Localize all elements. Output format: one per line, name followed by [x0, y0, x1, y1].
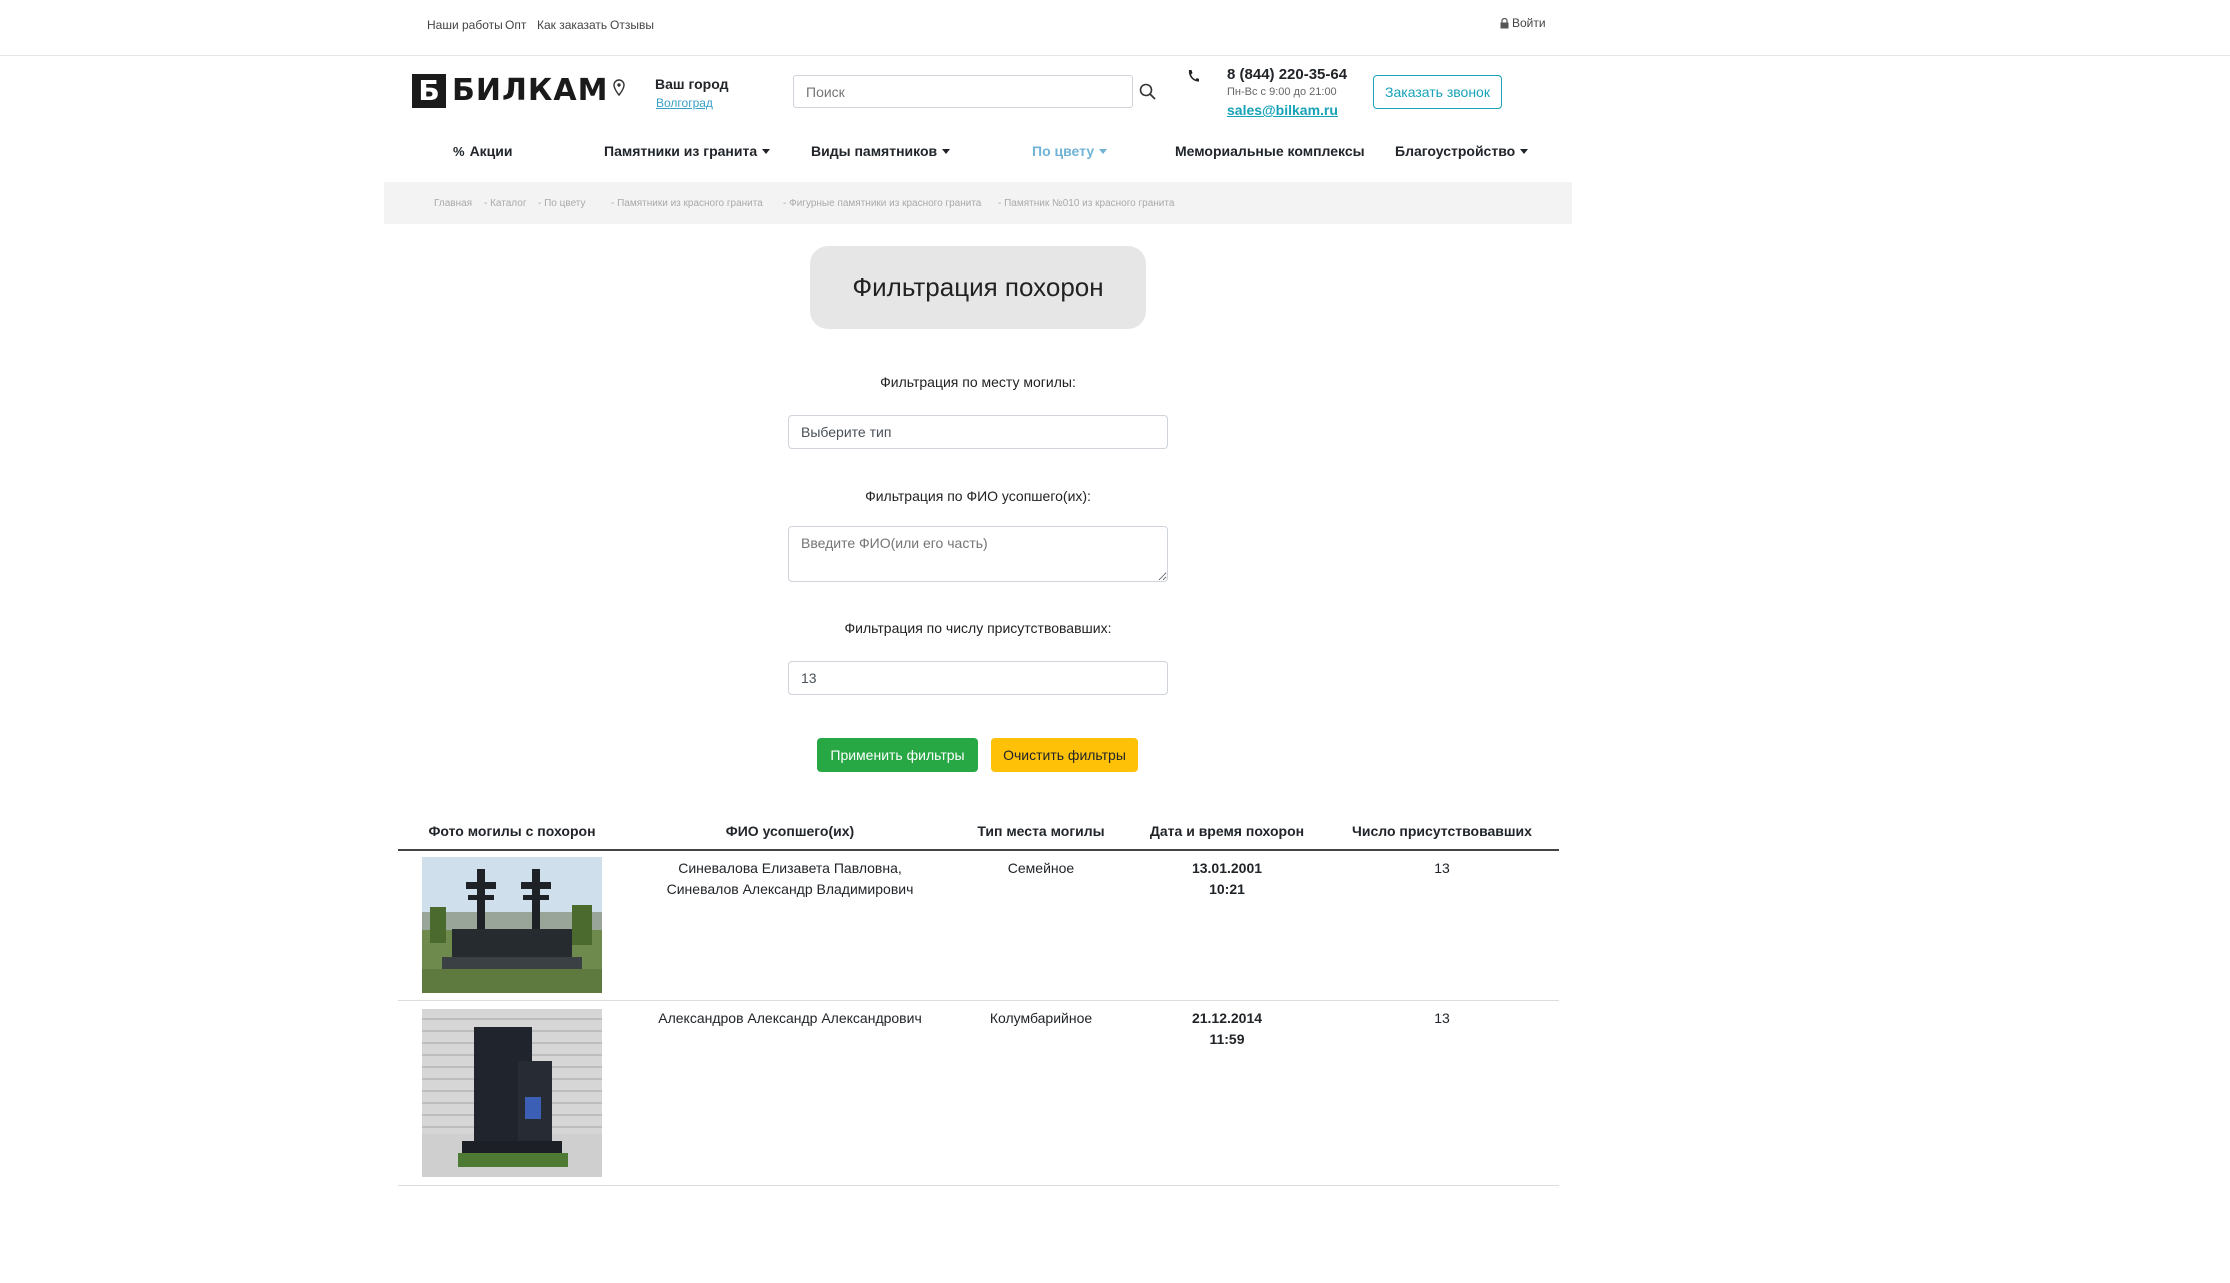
nav-label: Памятники из гранита	[604, 143, 758, 159]
place-type-select[interactable]: Выберите тип	[788, 415, 1168, 449]
column-header-datetime: Дата и время похорон	[1149, 823, 1305, 839]
search-input[interactable]	[793, 75, 1133, 108]
chevron-down-icon	[1520, 148, 1529, 154]
filter-title: Фильтрация похорон	[810, 246, 1146, 329]
grave-photo-image	[422, 857, 602, 993]
breadcrumb-item[interactable]: - По цвету	[538, 198, 586, 209]
chevron-down-icon	[942, 148, 951, 154]
logo-text: БИЛКАМ	[452, 73, 609, 108]
clear-filters-button[interactable]: Очистить фильтры	[991, 738, 1138, 772]
funeral-datetime: 21.12.2014 11:59	[1132, 1008, 1322, 1050]
deceased-name: Александров Александр Александрович	[640, 1008, 940, 1029]
row-divider	[398, 1000, 1559, 1001]
nav-label: Мемориальные комплексы	[1175, 143, 1365, 159]
column-header-type: Тип места могилы	[977, 823, 1105, 839]
funeral-date: 13.01.2001	[1191, 860, 1263, 876]
column-header-photo: Фото могилы с похорон	[428, 823, 596, 839]
callback-button[interactable]: Заказать звонок	[1373, 75, 1502, 109]
lock-icon	[1500, 17, 1509, 28]
funeral-datetime: 13.01.2001 10:21	[1132, 858, 1322, 900]
grave-type: Колумбарийное	[989, 1010, 1093, 1026]
breadcrumb-item[interactable]: Главная	[434, 198, 472, 209]
login-link[interactable]: Войти	[1500, 16, 1546, 30]
nav-label: Виды памятников	[811, 143, 938, 159]
nav-item-promotions[interactable]: % Акции	[453, 143, 513, 159]
nav-item-landscaping[interactable]: Благоустройство	[1395, 143, 1529, 159]
table-header-divider	[398, 849, 1559, 851]
grave-photo[interactable]	[422, 1009, 602, 1177]
chevron-down-icon	[762, 148, 771, 154]
column-header-attendees: Число присутствовавших	[1352, 823, 1532, 839]
count-filter-label: Фильтрация по числу присутствовавших:	[844, 620, 1112, 636]
phone-number[interactable]: 8 (844) 220-35-64	[1227, 66, 1347, 83]
name-filter-input[interactable]	[788, 526, 1168, 582]
nav-label: Акции	[469, 143, 513, 159]
count-filter-input[interactable]: 13	[788, 661, 1168, 695]
deceased-name-line: Александров Александр Александрович	[658, 1010, 922, 1026]
logo-mark: Б	[412, 73, 446, 108]
logo[interactable]: Б БИЛКАМ	[412, 73, 608, 108]
city-selector[interactable]: Волгоград	[656, 96, 713, 110]
funeral-date: 21.12.2014	[1191, 1010, 1263, 1026]
chevron-down-icon	[1099, 148, 1108, 154]
attendee-count: 13	[1434, 1010, 1450, 1026]
search-icon[interactable]	[1138, 82, 1158, 102]
nav-label: По цвету	[1032, 143, 1095, 159]
toplink-reviews[interactable]: Отзывы	[610, 18, 654, 32]
nav-item-monument-types[interactable]: Виды памятников	[811, 143, 951, 159]
grave-photo-image	[422, 1009, 602, 1177]
top-bar: Наши работы Опт Как заказать Отзывы Войт…	[0, 0, 2230, 56]
nav-item-by-color[interactable]: По цвету	[1032, 143, 1108, 159]
row-divider	[398, 1185, 1559, 1186]
column-header-name: ФИО усопшего(их)	[725, 823, 855, 839]
work-hours: Пн-Вс с 9:00 до 21:00	[1227, 86, 1337, 98]
nav-item-memorial-complexes[interactable]: Мемориальные комплексы	[1175, 143, 1365, 159]
grave-photo[interactable]	[422, 857, 602, 993]
breadcrumb-item[interactable]: - Памятник №010 из красного гранита	[998, 198, 1174, 209]
percent-icon: %	[453, 143, 465, 159]
nav-label: Благоустройство	[1395, 143, 1516, 159]
breadcrumb-item[interactable]: - Каталог	[484, 198, 526, 209]
breadcrumb-item[interactable]: - Фигурные памятники из красного гранита	[783, 198, 981, 209]
deceased-name: Синевалова Елизавета Павловна, Синевалов…	[640, 858, 940, 900]
grave-type: Семейное	[1007, 860, 1075, 876]
deceased-name-line: Синевалов Александр Владимирович	[666, 881, 914, 897]
deceased-name-line: Синевалова Елизавета Павловна,	[678, 860, 902, 876]
nav-item-granite-monuments[interactable]: Памятники из гранита	[604, 143, 771, 159]
city-label: Ваш город	[655, 76, 729, 92]
apply-filters-button[interactable]: Применить фильтры	[817, 738, 978, 772]
email-link[interactable]: sales@bilkam.ru	[1227, 102, 1338, 118]
login-label: Войти	[1512, 16, 1546, 30]
place-filter-label: Фильтрация по месту могилы:	[880, 374, 1076, 390]
toplink-how-to-order[interactable]: Как заказать	[537, 18, 607, 32]
phone-icon	[1188, 70, 1199, 82]
attendee-count: 13	[1434, 860, 1450, 876]
name-filter-label: Фильтрация по ФИО усопшего(их):	[865, 488, 1091, 504]
location-pin-icon	[613, 79, 625, 97]
toplink-our-works[interactable]: Наши работы	[427, 18, 503, 32]
funeral-time: 10:21	[1209, 881, 1245, 897]
funeral-time: 11:59	[1209, 1031, 1245, 1047]
toplink-wholesale[interactable]: Опт	[505, 18, 526, 32]
breadcrumb-item[interactable]: - Памятники из красного гранита	[611, 198, 763, 209]
